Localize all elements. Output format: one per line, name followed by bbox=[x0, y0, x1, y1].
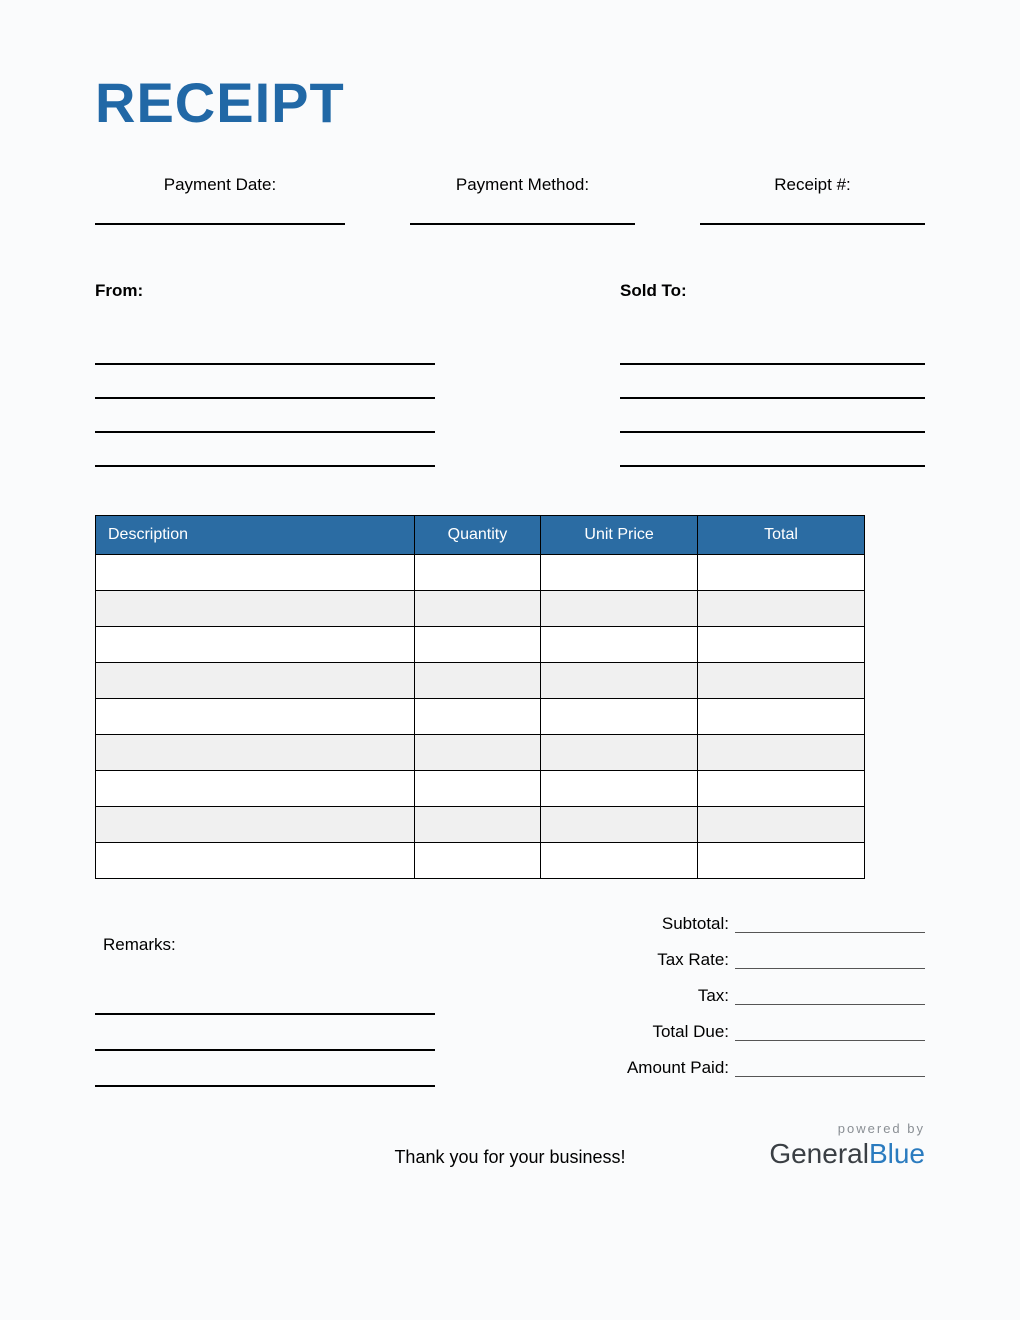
from-block: From: bbox=[95, 281, 435, 467]
page-title: RECEIPT bbox=[95, 70, 925, 135]
table-row[interactable] bbox=[96, 771, 865, 807]
table-row[interactable] bbox=[96, 555, 865, 591]
receipt-number-label: Receipt #: bbox=[700, 175, 925, 223]
amount-paid-input[interactable] bbox=[735, 1076, 925, 1077]
powered-by-text: powered by bbox=[769, 1121, 925, 1136]
sold-to-line[interactable] bbox=[620, 433, 925, 467]
tax-row: Tax: bbox=[555, 973, 925, 1009]
payment-method-input[interactable] bbox=[410, 223, 635, 225]
receipt-number-input[interactable] bbox=[700, 223, 925, 225]
subtotal-label: Subtotal: bbox=[555, 914, 735, 937]
footer: Thank you for your business! powered by … bbox=[95, 1129, 925, 1199]
remarks-line[interactable] bbox=[95, 1051, 435, 1087]
amount-paid-row: Amount Paid: bbox=[555, 1045, 925, 1081]
table-row[interactable] bbox=[96, 807, 865, 843]
table-row[interactable] bbox=[96, 843, 865, 879]
payment-date-field: Payment Date: bbox=[95, 175, 345, 225]
from-line[interactable] bbox=[95, 331, 435, 365]
bottom-section: Remarks: Subtotal: Tax Rate: Tax: Total … bbox=[95, 901, 925, 1087]
sold-to-line[interactable] bbox=[620, 399, 925, 433]
remarks-line[interactable] bbox=[95, 979, 435, 1015]
th-description: Description bbox=[96, 516, 415, 555]
table-row[interactable] bbox=[96, 591, 865, 627]
table-row[interactable] bbox=[96, 735, 865, 771]
tax-rate-row: Tax Rate: bbox=[555, 937, 925, 973]
total-due-label: Total Due: bbox=[555, 1022, 735, 1045]
receipt-number-field: Receipt #: bbox=[700, 175, 925, 225]
amount-paid-label: Amount Paid: bbox=[555, 1058, 735, 1081]
table-row[interactable] bbox=[96, 627, 865, 663]
table-row[interactable] bbox=[96, 699, 865, 735]
th-quantity: Quantity bbox=[414, 516, 540, 555]
subtotal-input[interactable] bbox=[735, 932, 925, 933]
remarks-line[interactable] bbox=[95, 1015, 435, 1051]
th-total: Total bbox=[698, 516, 865, 555]
sold-to-line[interactable] bbox=[620, 331, 925, 365]
subtotal-row: Subtotal: bbox=[555, 901, 925, 937]
meta-row: Payment Date: Payment Method: Receipt #: bbox=[95, 175, 925, 225]
from-line[interactable] bbox=[95, 365, 435, 399]
from-line[interactable] bbox=[95, 399, 435, 433]
total-due-input[interactable] bbox=[735, 1040, 925, 1041]
items-table: Description Quantity Unit Price Total bbox=[95, 515, 865, 879]
tax-rate-label: Tax Rate: bbox=[555, 950, 735, 973]
tax-input[interactable] bbox=[735, 1004, 925, 1005]
remarks-label: Remarks: bbox=[95, 935, 435, 955]
brand-name: GeneralBlue bbox=[769, 1138, 925, 1170]
th-unit-price: Unit Price bbox=[541, 516, 698, 555]
total-due-row: Total Due: bbox=[555, 1009, 925, 1045]
tax-rate-input[interactable] bbox=[735, 968, 925, 969]
from-line[interactable] bbox=[95, 433, 435, 467]
table-row[interactable] bbox=[96, 663, 865, 699]
sold-to-line[interactable] bbox=[620, 365, 925, 399]
totals-block: Subtotal: Tax Rate: Tax: Total Due: Amou… bbox=[555, 901, 925, 1087]
from-label: From: bbox=[95, 281, 435, 301]
tax-label: Tax: bbox=[555, 986, 735, 1009]
sold-to-block: Sold To: bbox=[620, 281, 925, 467]
brand-badge: powered by GeneralBlue bbox=[769, 1121, 925, 1170]
sold-to-label: Sold To: bbox=[620, 281, 925, 301]
parties-section: From: Sold To: bbox=[95, 281, 925, 467]
payment-method-label: Payment Method: bbox=[410, 175, 635, 223]
payment-date-input[interactable] bbox=[95, 223, 345, 225]
payment-date-label: Payment Date: bbox=[95, 175, 345, 223]
payment-method-field: Payment Method: bbox=[410, 175, 635, 225]
remarks-block: Remarks: bbox=[95, 935, 435, 1087]
